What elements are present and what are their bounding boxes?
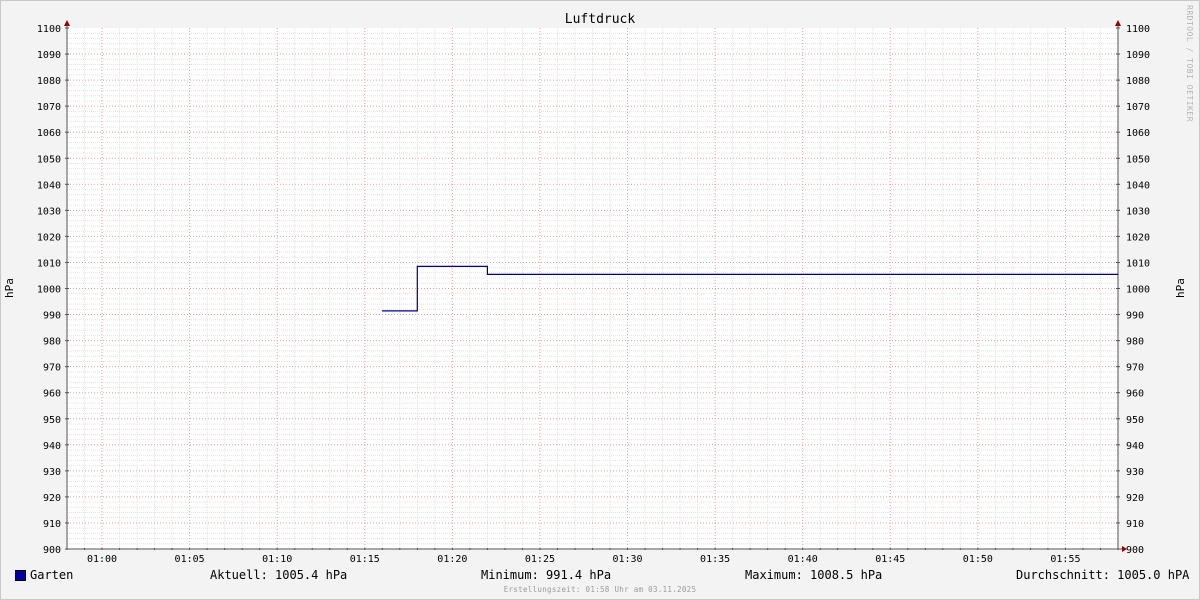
- y-tick-label-right: 1010: [1126, 258, 1150, 269]
- data-point: [416, 265, 418, 267]
- y-tick-label-right: 940: [1126, 441, 1144, 452]
- y-axis-arrow-right: [1115, 20, 1121, 26]
- x-tick-label: 01:50: [963, 554, 993, 565]
- y-tick-label-left: 1030: [37, 206, 61, 217]
- y-tick-label-right: 980: [1126, 337, 1144, 348]
- y-tick-label-left: 930: [43, 467, 61, 478]
- y-tick-label-left: 1100: [37, 24, 61, 35]
- y-tick-label-left: 1090: [37, 50, 61, 61]
- y-tick-label-right: 950: [1126, 415, 1144, 426]
- y-tick-label-right: 1050: [1126, 154, 1150, 165]
- y-tick-label-left: 1070: [37, 102, 61, 113]
- y-tick-label-left: 1000: [37, 285, 61, 296]
- y-tick-label-right: 910: [1126, 519, 1144, 530]
- y-tick-label-left: 900: [43, 545, 61, 556]
- x-tick-label: 01:20: [437, 554, 467, 565]
- y-tick-label-left: 910: [43, 519, 61, 530]
- y-tick-label-left: 1080: [37, 76, 61, 87]
- y-tick-label-right: 990: [1126, 311, 1144, 322]
- y-tick-label-right: 960: [1126, 389, 1144, 400]
- y-tick-label-left: 950: [43, 415, 61, 426]
- x-tick-label: 01:15: [350, 554, 380, 565]
- y-tick-label-left: 1050: [37, 154, 61, 165]
- y-tick-label-left: 940: [43, 441, 61, 452]
- y-tick-label-left: 970: [43, 363, 61, 374]
- y-tick-label-right: 1080: [1126, 76, 1150, 87]
- x-tick-label: 01:05: [175, 554, 205, 565]
- y-tick-label-right: 1040: [1126, 180, 1150, 191]
- y-tick-label-right: 1100: [1126, 24, 1150, 35]
- y-tick-label-right: 1070: [1126, 102, 1150, 113]
- creation-timestamp: Erstellungszeit: 01:58 Uhr am 03.11.2025: [503, 585, 697, 594]
- data-point: [486, 265, 488, 267]
- y-tick-label-left: 990: [43, 311, 61, 322]
- x-tick-label: 01:30: [612, 554, 642, 565]
- data-point: [416, 310, 418, 312]
- y-tick-label-left: 1020: [37, 232, 61, 243]
- y-tick-label-left: 920: [43, 493, 61, 504]
- legend-swatch: [15, 570, 26, 581]
- chart: 900 900 910 910 920 920 930 930 940 940 950 950 960 9…: [3, 5, 1194, 565]
- y-tick-label-right: 920: [1126, 493, 1144, 504]
- legend-average: Durchschnitt: 1005.0 hPA: [1016, 568, 1190, 582]
- y-tick-label-right: 900: [1126, 545, 1144, 556]
- legend-maximum: Maximum: 1008.5 hPa: [745, 568, 883, 582]
- y-tick-label-left: 1010: [37, 258, 61, 269]
- x-tick-label: 01:35: [700, 554, 730, 565]
- chart-title: Luftdruck: [565, 12, 636, 27]
- watermark: RRDTOOL / TOBI OETIKER: [1185, 5, 1194, 122]
- x-tick-label: 01:40: [788, 554, 818, 565]
- y-tick-label-right: 1090: [1126, 50, 1150, 61]
- y-axis-label-right: hPa: [1174, 278, 1187, 298]
- legend-series-name: Garten: [30, 568, 74, 582]
- y-tick-label-right: 1060: [1126, 128, 1150, 139]
- data-point: [381, 310, 383, 312]
- legend-minimum: Minimum: 991.4 hPa: [481, 568, 612, 582]
- x-tick-label: 01:00: [87, 554, 117, 565]
- y-tick-label-right: 930: [1126, 467, 1144, 478]
- y-tick-label-right: 1000: [1126, 285, 1150, 296]
- data-point: [486, 273, 488, 275]
- y-tick-label-right: 1020: [1126, 232, 1150, 243]
- y-axis-label-left: hPa: [3, 278, 16, 298]
- y-tick-label-right: 1030: [1126, 206, 1150, 217]
- data-point: [1117, 273, 1119, 275]
- grid: [67, 28, 1118, 549]
- y-axis-arrow-left: [64, 20, 70, 26]
- y-tick-label-right: 970: [1126, 363, 1144, 374]
- y-tick-label-left: 1040: [37, 180, 61, 191]
- x-tick-label: 01:25: [525, 554, 555, 565]
- y-tick-label-left: 960: [43, 389, 61, 400]
- x-tick-label: 01:45: [875, 554, 905, 565]
- y-tick-label-left: 1060: [37, 128, 61, 139]
- x-tick-label: 01:10: [262, 554, 292, 565]
- x-tick-label: 01:55: [1050, 554, 1080, 565]
- y-tick-label-left: 980: [43, 337, 61, 348]
- legend-current: Aktuell: 1005.4 hPa: [210, 568, 348, 582]
